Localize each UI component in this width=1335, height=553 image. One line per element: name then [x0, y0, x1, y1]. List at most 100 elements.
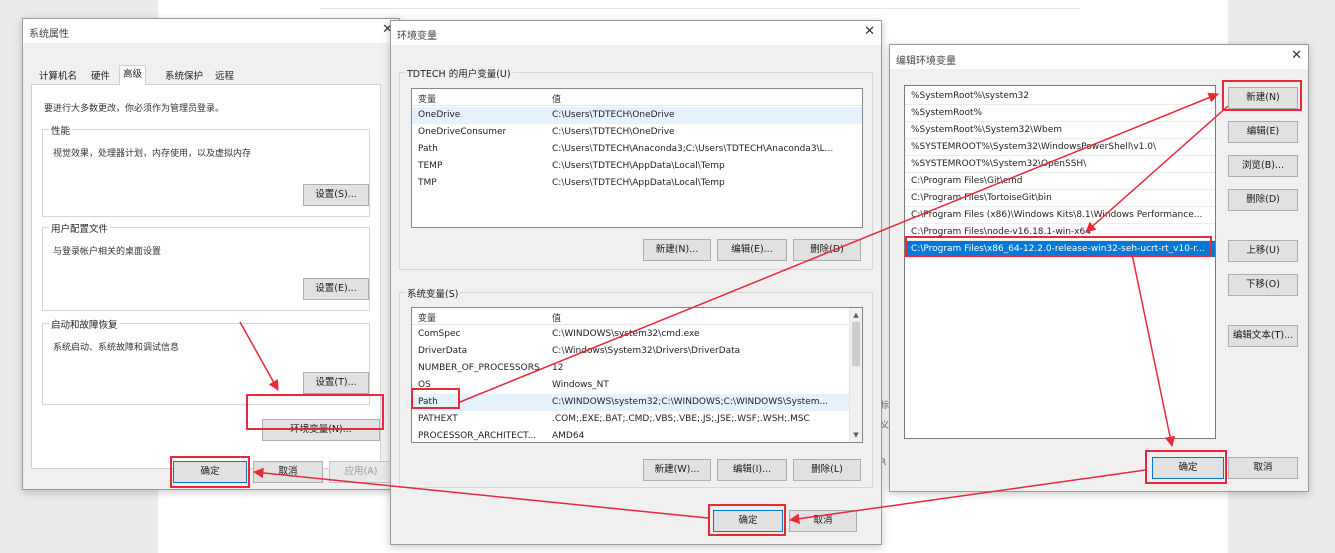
system-properties-dialog: 系统属性 ✕ 计算机名 硬件 高级 系统保护 远程 要进行大多数更改，你必须作为… [22, 18, 400, 490]
tab-strip: 计算机名 硬件 高级 系统保护 远程 [31, 65, 381, 86]
variable-value: C:\Users\TDTECH\AppData\Local\Temp [552, 178, 725, 188]
variable-value: 12 [552, 363, 564, 373]
list-item[interactable]: %SystemRoot%\System32\Wbem [905, 122, 1215, 139]
browse-button[interactable]: 浏览(B)... [1228, 155, 1298, 177]
table-row[interactable]: DriverData C:\Windows\System32\Drivers\D… [412, 343, 849, 360]
environment-variables-button[interactable]: 环境变量(N)... [262, 419, 380, 441]
user-delete-button[interactable]: 删除(D) [793, 239, 861, 261]
scrollbar-thumb[interactable] [852, 322, 860, 366]
table-row[interactable]: OneDrive C:\Users\TDTECH\OneDrive [412, 107, 862, 124]
table-row[interactable]: TEMP C:\Users\TDTECH\AppData\Local\Temp [412, 158, 862, 175]
apply-button[interactable]: 应用(A) [329, 461, 393, 483]
variable-value: C:\Users\TDTECH\OneDrive [552, 110, 675, 120]
environment-variables-dialog: 环境变量 ✕ TDTECH 的用户变量(U) 变量 值 OneDrive C:\… [390, 20, 882, 545]
performance-settings-button[interactable]: 设置(S)... [303, 184, 369, 206]
table-row[interactable]: TMP C:\Users\TDTECH\AppData\Local\Temp [412, 175, 862, 192]
delete-path-button[interactable]: 删除(D) [1228, 189, 1298, 211]
tab-remote[interactable]: 远程 [211, 67, 238, 85]
tab-advanced[interactable]: 高级 [119, 65, 147, 86]
list-item[interactable]: %SystemRoot% [905, 105, 1215, 122]
list-item[interactable]: %SYSTEMROOT%\System32\OpenSSH\ [905, 156, 1215, 173]
list-item[interactable]: C:\Program Files\node-v16.18.1-win-x64 [905, 224, 1215, 241]
title-bar: 编辑环境变量 ✕ [890, 45, 1308, 69]
new-path-button[interactable]: 新建(N) [1228, 87, 1298, 109]
user-edit-button[interactable]: 编辑(E)... [717, 239, 787, 261]
table-row[interactable]: OneDriveConsumer C:\Users\TDTECH\OneDriv… [412, 124, 862, 141]
variable-name: TMP [418, 178, 437, 188]
edit-path-button[interactable]: 编辑(E) [1228, 121, 1298, 143]
path-entries-list[interactable]: %SystemRoot%\system32 %SystemRoot% %Syst… [904, 85, 1216, 439]
variable-name: DriverData [418, 346, 468, 356]
variable-value: C:\WINDOWS\system32;C:\WINDOWS;C:\WINDOW… [552, 397, 829, 407]
close-icon[interactable]: ✕ [1291, 48, 1302, 63]
table-row[interactable]: ComSpec C:\WINDOWS\system32\cmd.exe [412, 326, 849, 343]
user-variables-list[interactable]: 变量 值 OneDrive C:\Users\TDTECH\OneDrive O… [411, 88, 863, 228]
edit-text-button[interactable]: 编辑文本(T)... [1228, 325, 1298, 347]
table-row[interactable]: PROCESSOR_ARCHITECT... AMD64 [412, 428, 849, 442]
system-variables-label: 系统变量(S) [405, 286, 461, 300]
cancel-button[interactable]: 取消 [253, 461, 323, 483]
system-edit-button[interactable]: 编辑(I)... [717, 459, 787, 481]
title-bar: 环境变量 ✕ [391, 21, 881, 45]
variable-column-header[interactable]: 变量 [418, 311, 436, 324]
list-item-selected[interactable]: C:\Program Files\x86_64-12.2.0-release-w… [905, 241, 1215, 258]
startup-recovery-group: 启动和故障恢复 系统启动、系统故障和调试信息 设置(T)... [42, 317, 370, 405]
table-row[interactable]: PATHEXT .COM;.EXE;.BAT;.CMD;.VBS;.VBE;.J… [412, 411, 849, 428]
ok-button[interactable]: 确定 [713, 510, 783, 532]
variable-name: NUMBER_OF_PROCESSORS [418, 363, 540, 373]
vertical-scrollbar[interactable]: ▲ ▼ [849, 308, 862, 442]
user-profiles-group: 用户配置文件 与登录帐户相关的桌面设置 设置(E)... [42, 221, 370, 311]
list-item[interactable]: %SYSTEMROOT%\System32\WindowsPowerShell\… [905, 139, 1215, 156]
list-item[interactable]: C:\Program Files (x86)\Windows Kits\8.1\… [905, 207, 1215, 224]
variable-name: TEMP [418, 161, 443, 171]
value-column-header[interactable]: 值 [552, 92, 561, 105]
move-down-button[interactable]: 下移(O) [1228, 274, 1298, 296]
variable-name: OS [418, 380, 431, 390]
variable-value: C:\WINDOWS\system32\cmd.exe [552, 329, 700, 339]
variable-column-header[interactable]: 变量 [418, 92, 436, 105]
system-variables-list[interactable]: 变量 值 ComSpec C:\WINDOWS\system32\cmd.exe… [411, 307, 863, 443]
variable-name: PATHEXT [418, 414, 458, 424]
system-delete-button[interactable]: 删除(L) [793, 459, 861, 481]
user-profiles-settings-button[interactable]: 设置(E)... [303, 278, 369, 300]
list-item[interactable]: C:\Program Files\TortoiseGit\bin [905, 190, 1215, 207]
ok-button[interactable]: 确定 [173, 461, 247, 483]
dialog-title: 环境变量 [397, 31, 437, 42]
variable-value: C:\Users\TDTECH\AppData\Local\Temp [552, 161, 725, 171]
variable-value: .COM;.EXE;.BAT;.CMD;.VBS;.VBE;.JS;.JSE;.… [552, 414, 810, 424]
system-new-button[interactable]: 新建(W)... [643, 459, 711, 481]
scroll-down-icon[interactable]: ▼ [850, 429, 862, 441]
scroll-up-icon[interactable]: ▲ [850, 309, 862, 321]
tab-computer-name[interactable]: 计算机名 [35, 67, 81, 85]
table-row[interactable]: OS Windows_NT [412, 377, 849, 394]
startup-recovery-settings-button[interactable]: 设置(T)... [303, 372, 369, 394]
move-up-button[interactable]: 上移(U) [1228, 240, 1298, 262]
tab-system-protection[interactable]: 系统保护 [161, 67, 207, 85]
list-item[interactable]: %SystemRoot%\system32 [905, 88, 1215, 105]
ok-button[interactable]: 确定 [1152, 457, 1224, 479]
dialog-title: 系统属性 [29, 29, 69, 40]
close-icon[interactable]: ✕ [864, 24, 875, 39]
user-new-button[interactable]: 新建(N)... [643, 239, 711, 261]
list-header: 变量 值 [412, 89, 862, 106]
variable-value: C:\Users\TDTECH\Anaconda3;C:\Users\TDTEC… [552, 144, 834, 154]
performance-desc: 视觉效果，处理器计划，内存使用，以及虚拟内存 [53, 149, 252, 159]
variable-name: OneDrive [418, 110, 461, 120]
variable-value: C:\Users\TDTECH\OneDrive [552, 127, 675, 137]
list-header: 变量 值 [412, 308, 849, 325]
admin-note: 要进行大多数更改，你必须作为管理员登录。 [44, 104, 225, 114]
value-column-header[interactable]: 值 [552, 311, 561, 324]
variable-value: C:\Windows\System32\Drivers\DriverData [552, 346, 741, 356]
startup-recovery-title: 启动和故障恢复 [49, 317, 120, 331]
table-row[interactable]: Path C:\Users\TDTECH\Anaconda3;C:\Users\… [412, 141, 862, 158]
table-row[interactable]: NUMBER_OF_PROCESSORS 12 [412, 360, 849, 377]
cancel-button[interactable]: 取消 [789, 510, 857, 532]
list-item[interactable]: C:\Program Files\Git\cmd [905, 173, 1215, 190]
variable-name: Path [418, 144, 438, 154]
performance-group: 性能 视觉效果，处理器计划，内存使用，以及虚拟内存 设置(S)... [42, 123, 370, 217]
tab-hardware[interactable]: 硬件 [87, 67, 114, 85]
document-rule [320, 8, 1080, 9]
variable-name: OneDriveConsumer [418, 127, 507, 137]
table-row[interactable]: Path C:\WINDOWS\system32;C:\WINDOWS;C:\W… [412, 394, 849, 411]
cancel-button[interactable]: 取消 [1228, 457, 1298, 479]
